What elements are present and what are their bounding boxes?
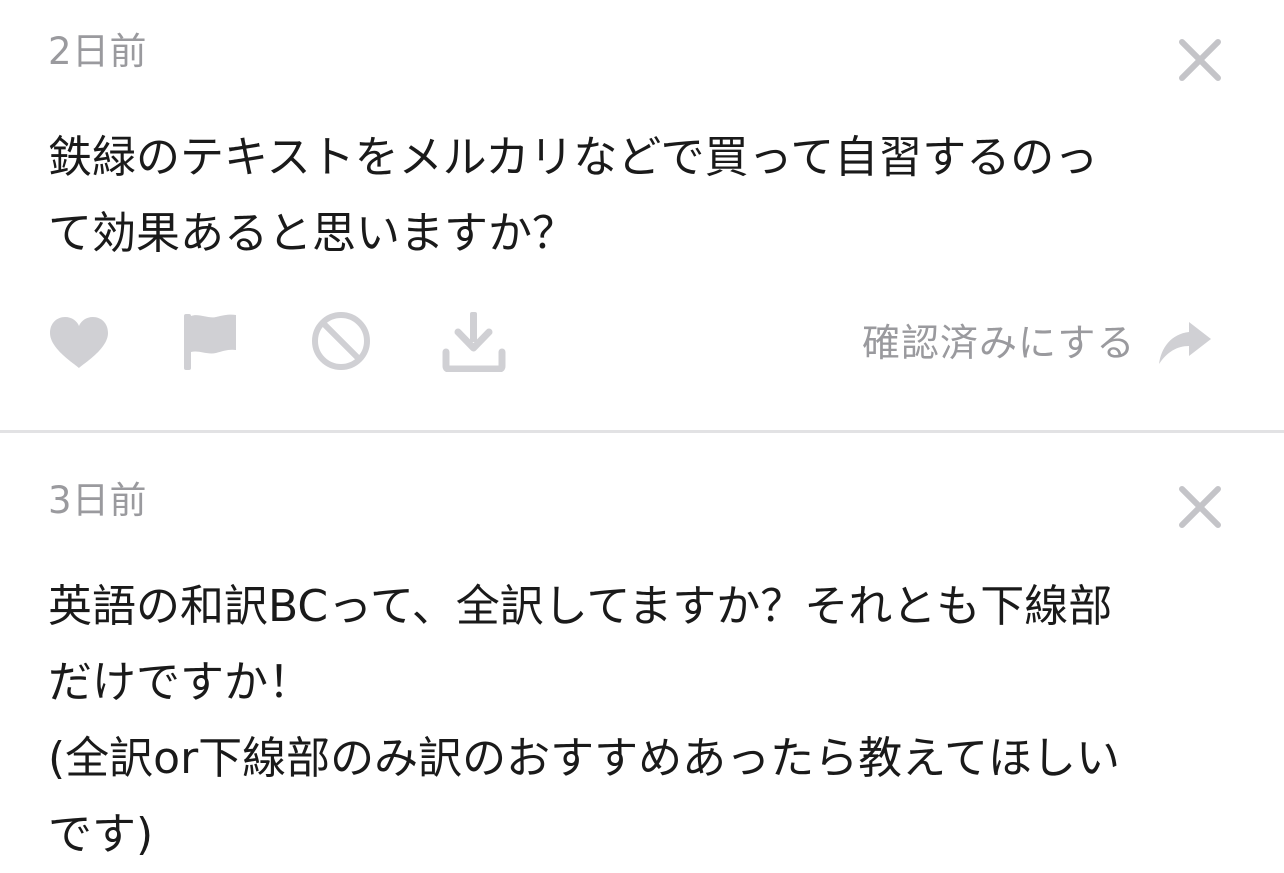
question-text: 鉄緑のテキストをメルカリなどで買って自習するのっ て効果あると思いますか？ <box>48 132 1099 259</box>
reply-arrow-icon <box>1159 322 1212 364</box>
heart-icon <box>50 317 108 368</box>
card-divider <box>0 430 1284 433</box>
question-feed: 2日前 鉄緑のテキストをメルカリなどで買って自習するのっ て効果あると思いますか… <box>0 0 1284 873</box>
question-text: 英語の和訳BCって、全訳してますか？それとも下線部 だけですか！ (全訳or下線… <box>48 581 1120 860</box>
close-icon <box>1179 486 1221 528</box>
close-icon <box>1179 39 1221 81</box>
download-icon <box>442 312 506 372</box>
mark-confirmed-button[interactable]: 確認済みにする <box>862 320 1213 366</box>
dismiss-button[interactable] <box>1172 32 1228 88</box>
report-button[interactable] <box>182 312 238 372</box>
post-timestamp: 2日前 <box>48 30 148 73</box>
flag-icon <box>184 314 236 370</box>
like-button[interactable] <box>48 316 110 370</box>
dismiss-button[interactable] <box>1172 479 1228 535</box>
save-button[interactable] <box>442 308 506 372</box>
action-bar: 確認済みにする <box>0 300 1284 380</box>
block-icon <box>312 312 370 370</box>
question-card: 3日前 英語の和訳BCって、全訳してますか？それとも下線部 だけですか！ (全訳… <box>0 434 1284 873</box>
question-card: 2日前 鉄緑のテキストをメルカリなどで買って自習するのっ て効果あると思いますか… <box>0 0 1284 432</box>
mark-confirmed-label: 確認済みにする <box>862 321 1136 365</box>
post-timestamp: 3日前 <box>48 479 148 522</box>
block-button[interactable] <box>310 310 372 372</box>
